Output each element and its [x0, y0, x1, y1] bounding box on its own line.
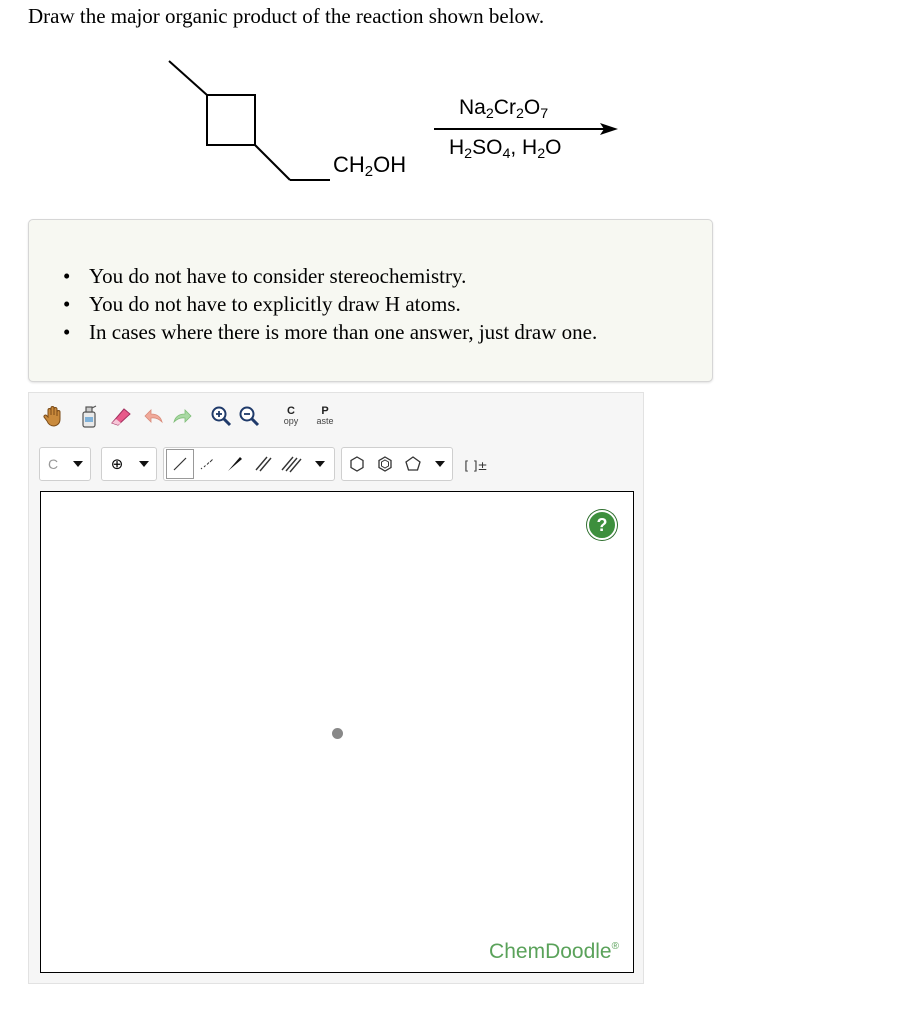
cyclobutane-ring	[206, 94, 256, 146]
zoom-out-button[interactable]	[235, 401, 263, 431]
instruction-item: You do not have to consider stereochemis…	[63, 262, 597, 290]
hand-tool-button[interactable]	[39, 401, 67, 431]
dashed-wedge-icon	[200, 459, 213, 470]
benzene-icon	[378, 456, 392, 472]
double-bond-button[interactable]	[250, 448, 276, 480]
triple-bond-icon	[281, 456, 302, 473]
triple-bond-button[interactable]	[278, 448, 304, 480]
ch2-bond-1	[254, 144, 291, 181]
single-bond-icon	[173, 457, 187, 471]
bond-menu-button[interactable]	[308, 448, 332, 480]
hexagon-icon	[350, 456, 364, 472]
methyl-bond	[168, 60, 208, 96]
chemdoodle-editor: Copy Paste C ⊕ []± ? ChemDoodle®	[28, 392, 644, 984]
help-button[interactable]: ?	[587, 510, 617, 540]
copy-label: Copy	[283, 405, 299, 427]
reagent-acid: H2SO4, H2O	[449, 136, 562, 162]
cyclopentane-button[interactable]	[400, 448, 426, 480]
solid-wedge-icon	[228, 457, 242, 471]
chevron-down-icon	[435, 461, 445, 467]
wedge-bond-button[interactable]	[222, 448, 248, 480]
undo-button[interactable]	[139, 401, 167, 431]
atom-label: C	[47, 456, 59, 472]
eraser-icon	[111, 408, 131, 426]
ch2oh-label: CH2OH	[333, 152, 407, 181]
paste-button[interactable]: Paste	[311, 401, 339, 431]
double-bond-icon	[255, 456, 272, 472]
hand-icon	[43, 406, 61, 427]
bond-tools	[163, 447, 335, 481]
bracket-label: [ ]±	[464, 459, 488, 473]
clear-button[interactable]	[75, 401, 103, 431]
zoom-out-icon	[239, 406, 260, 427]
instructions-list: You do not have to consider stereochemis…	[63, 262, 597, 346]
chevron-down-icon	[73, 461, 83, 467]
zoom-in-icon	[211, 406, 232, 427]
charge-plus-icon: ⊕	[110, 455, 124, 473]
zoom-in-button[interactable]	[207, 401, 235, 431]
single-bond-button[interactable]	[166, 449, 194, 479]
undo-icon	[144, 409, 163, 424]
chevron-down-icon	[315, 461, 325, 467]
drawing-canvas[interactable]: ? ChemDoodle®	[40, 491, 634, 973]
cyclohexane-button[interactable]	[344, 448, 370, 480]
paste-label: Paste	[316, 405, 334, 427]
recessed-bond-button[interactable]	[194, 448, 220, 480]
redo-button[interactable]	[169, 401, 197, 431]
pentagon-icon	[405, 456, 421, 471]
spray-bottle-icon	[82, 405, 97, 428]
redo-icon	[173, 409, 192, 424]
chemdoodle-logo: ChemDoodle®	[489, 940, 619, 963]
benzene-button[interactable]	[372, 448, 398, 480]
bracket-charge-button[interactable]: [ ]±	[459, 451, 493, 481]
eraser-button[interactable]	[107, 401, 135, 431]
atom-selector[interactable]: C	[39, 447, 91, 481]
ring-menu-button[interactable]	[428, 448, 452, 480]
ring-tools	[341, 447, 453, 481]
question-text: Draw the major organic product of the re…	[28, 4, 545, 28]
reagent-oxidant: Na2Cr2O7	[459, 96, 549, 122]
copy-button[interactable]: Copy	[277, 401, 305, 431]
canvas-center-dot	[332, 728, 343, 739]
chevron-down-icon	[139, 461, 149, 467]
instruction-item: In cases where there is more than one an…	[63, 318, 597, 346]
instruction-item: You do not have to explicitly draw H ato…	[63, 290, 597, 318]
instructions-box: You do not have to consider stereochemis…	[28, 219, 713, 382]
charge-selector[interactable]: ⊕	[101, 447, 157, 481]
